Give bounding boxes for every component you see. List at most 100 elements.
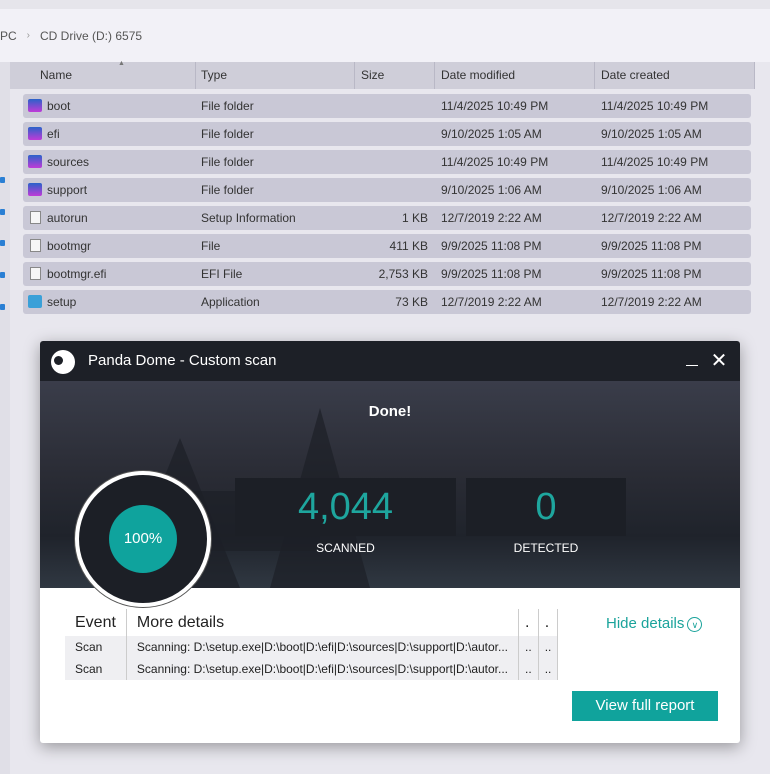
nav-expand-icon[interactable] (0, 304, 5, 310)
file-name: autorun (47, 211, 88, 225)
file-row[interactable]: efi File folder 9/10/2025 1:05 AM 9/10/2… (23, 122, 751, 146)
file-date-created: 9/10/2025 1:05 AM (601, 127, 702, 141)
scanned-label: SCANNED (316, 541, 375, 555)
file-name: support (47, 183, 88, 197)
breadcrumb-parent[interactable]: PC (0, 29, 17, 43)
dialog-title: Panda Dome - Custom scan (88, 352, 277, 369)
file-row[interactable]: sources File folder 11/4/2025 10:49 PM 1… (23, 150, 751, 174)
details-cell: Scanning: D:\setup.exe|D:\boot|D:\efi|D:… (126, 636, 520, 658)
title-bar: Panda Dome - Custom scan ✕ (40, 341, 740, 381)
file-size: 73 KB (395, 295, 428, 309)
column-date-modified[interactable]: Date modified (435, 62, 595, 89)
close-button[interactable]: ✕ (710, 349, 728, 373)
file-date-created: 11/4/2025 10:49 PM (601, 155, 709, 169)
nav-expand-icon[interactable] (0, 272, 5, 278)
hide-details-link[interactable]: Hide details ∨ (606, 615, 703, 632)
file-name: setup (47, 295, 77, 309)
col3-cell: .. (518, 658, 539, 680)
file-date-modified: 9/10/2025 1:06 AM (441, 183, 542, 197)
nav-expand-icon[interactable] (0, 240, 5, 246)
file-date-modified: 12/7/2019 2:22 AM (441, 295, 542, 309)
folder-icon (28, 127, 42, 140)
file-icon (30, 267, 41, 280)
file-date-created: 9/9/2025 11:08 PM (601, 239, 702, 253)
file-date-modified: 9/10/2025 1:05 AM (441, 127, 542, 141)
header-col4[interactable]: . (538, 609, 559, 636)
file-date-created: 9/10/2025 1:06 AM (601, 183, 702, 197)
table-row: Scan Scanning: D:\setup.exe|D:\boot|D:\e… (65, 636, 559, 658)
file-icon (30, 239, 41, 252)
file-date-created: 12/7/2019 2:22 AM (601, 211, 702, 225)
file-name: sources (47, 155, 90, 169)
header-more-details[interactable]: More details (126, 609, 520, 636)
folder-icon (28, 183, 42, 196)
scan-status: Done! (368, 403, 412, 420)
file-type: File folder (201, 155, 254, 169)
file-date-modified: 11/4/2025 10:49 PM (441, 99, 549, 113)
chevron-right-icon: › (26, 30, 31, 41)
file-list-header: ▲ Name Type Size Date modified Date crea… (10, 60, 755, 89)
file-row[interactable]: bootmgr.efi EFI File 2,753 KB 9/9/2025 1… (23, 262, 751, 286)
table-row: Scan Scanning: D:\setup.exe|D:\boot|D:\e… (65, 658, 559, 680)
navigation-pane[interactable] (0, 62, 10, 774)
folder-icon (28, 99, 42, 112)
file-date-modified: 11/4/2025 10:49 PM (441, 155, 549, 169)
file-type: File folder (201, 183, 254, 197)
file-size: 1 KB (401, 211, 428, 225)
file-row[interactable]: setup Application 73 KB 12/7/2019 2:22 A… (23, 290, 751, 314)
panda-dome-dialog: Panda Dome - Custom scan ✕ Done! 4,044 0… (40, 341, 740, 743)
scan-events-table: Event More details . . Scan Scanning: D:… (65, 609, 559, 680)
window-top-strip (0, 0, 770, 9)
nav-expand-icon[interactable] (0, 209, 5, 215)
column-name[interactable]: Name (34, 62, 196, 89)
column-type[interactable]: Type (195, 62, 355, 89)
file-date-modified: 12/7/2019 2:22 AM (441, 211, 542, 225)
header-event[interactable]: Event (65, 609, 127, 636)
file-date-created: 9/9/2025 11:08 PM (601, 267, 702, 281)
file-name: efi (47, 127, 60, 141)
panda-logo-icon (51, 350, 75, 374)
address-bar[interactable]: PC › CD Drive (D:) 6575 (0, 9, 770, 62)
file-type: EFI File (201, 267, 243, 281)
file-name: bootmgr.efi (47, 267, 107, 281)
col4-cell: .. (538, 658, 559, 680)
detected-label: DETECTED (513, 541, 579, 555)
col4-cell: .. (538, 636, 559, 658)
file-row[interactable]: bootmgr File 411 KB 9/9/2025 11:08 PM 9/… (23, 234, 751, 258)
file-type: File folder (201, 99, 254, 113)
file-name: boot (47, 99, 71, 113)
file-type: File (201, 239, 221, 253)
chevron-down-circle-icon: ∨ (687, 616, 703, 632)
file-date-modified: 9/9/2025 11:08 PM (441, 267, 542, 281)
col3-cell: .. (518, 636, 539, 658)
column-date-created[interactable]: Date created (595, 62, 755, 89)
minimize-button[interactable] (686, 353, 700, 369)
hide-details-label: Hide details (606, 615, 685, 632)
event-cell: Scan (65, 658, 127, 680)
progress-ring: 100% (75, 471, 211, 607)
scanned-count: 4,044 (235, 478, 456, 536)
event-cell: Scan (65, 636, 127, 658)
file-row[interactable]: support File folder 9/10/2025 1:06 AM 9/… (23, 178, 751, 202)
view-full-report-button[interactable]: View full report (572, 691, 718, 721)
nav-expand-icon[interactable] (0, 177, 5, 183)
file-size: 2,753 KB (378, 267, 428, 281)
file-row[interactable]: boot File folder 11/4/2025 10:49 PM 11/4… (23, 94, 751, 118)
file-type: Application (201, 295, 260, 309)
details-cell: Scanning: D:\setup.exe|D:\boot|D:\efi|D:… (126, 658, 520, 680)
progress-percent: 100% (109, 505, 177, 573)
file-date-modified: 9/9/2025 11:08 PM (441, 239, 542, 253)
app-icon (28, 295, 42, 308)
detected-count: 0 (466, 478, 626, 536)
file-size: 411 KB (389, 239, 428, 253)
file-type: File folder (201, 127, 254, 141)
breadcrumb-current[interactable]: CD Drive (D:) 6575 (40, 29, 142, 43)
file-icon (30, 211, 41, 224)
file-name: bootmgr (47, 239, 92, 253)
file-date-created: 11/4/2025 10:49 PM (601, 99, 709, 113)
file-type: Setup Information (201, 211, 296, 225)
folder-icon (28, 155, 42, 168)
file-row[interactable]: autorun Setup Information 1 KB 12/7/2019… (23, 206, 751, 230)
column-size[interactable]: Size (355, 62, 435, 89)
header-col3[interactable]: . (518, 609, 539, 636)
